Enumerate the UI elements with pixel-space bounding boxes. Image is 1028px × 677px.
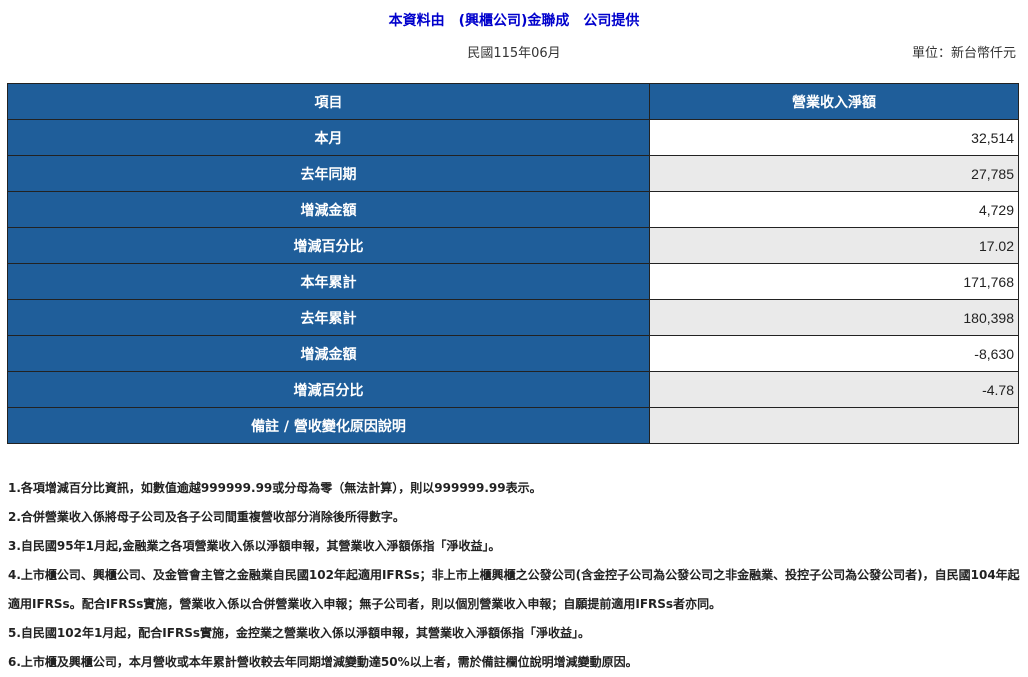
column-header-net-revenue: 營業收入淨額 <box>649 83 1019 120</box>
table-row: 本月 32,514 <box>7 119 1019 156</box>
row-value-monthly-change-percent: 17.02 <box>649 227 1019 264</box>
notes-section: 1.各項增減百分比資訊，如數值逾越999999.99或分母為零（無法計算），則以… <box>8 474 1020 677</box>
column-header-item: 項目 <box>7 83 650 120</box>
row-value-ytd-change-amount: -8,630 <box>649 335 1019 372</box>
table-row: 本年累計 171,768 <box>7 263 1019 300</box>
table-row: 增減金額 -8,630 <box>7 335 1019 372</box>
table-header-row: 項目 營業收入淨額 <box>7 83 1019 120</box>
revenue-table: 項目 營業收入淨額 本月 32,514 去年同期 27,785 增減金額 4,7… <box>7 83 1019 444</box>
table-row: 備註 / 營收變化原因說明 <box>7 407 1019 444</box>
row-label-monthly-change-percent: 增減百分比 <box>7 227 650 264</box>
row-label-same-period-last-year: 去年同期 <box>7 155 650 192</box>
table-row: 去年同期 27,785 <box>7 155 1019 192</box>
row-value-ytd-this-year: 171,768 <box>649 263 1019 300</box>
row-label-ytd-change-percent: 增減百分比 <box>7 371 650 408</box>
row-value-ytd-change-percent: -4.78 <box>649 371 1019 408</box>
row-value-same-period-last-year: 27,785 <box>649 155 1019 192</box>
row-label-monthly-change-amount: 增減金額 <box>7 191 650 228</box>
note-5: 5.自民國102年1月起，配合IFRSs實施，金控業之營業收入係以淨額申報，其營… <box>8 626 590 640</box>
row-label-this-month: 本月 <box>7 119 650 156</box>
row-label-ytd-this-year: 本年累計 <box>7 263 650 300</box>
row-label-remarks: 備註 / 營收變化原因說明 <box>7 407 650 444</box>
row-label-ytd-change-amount: 增減金額 <box>7 335 650 372</box>
table-row: 增減百分比 -4.78 <box>7 371 1019 408</box>
note-3: 3.自民國95年1月起,金融業之各項營業收入係以淨額申報，其營業收入淨額係指「淨… <box>8 539 501 553</box>
report-title: 本資料由 (興櫃公司)金聯成 公司提供 <box>388 13 640 29</box>
report-period: 民國115年06月 <box>467 46 561 61</box>
row-value-ytd-last-year: 180,398 <box>649 299 1019 336</box>
table-row: 去年累計 180,398 <box>7 299 1019 336</box>
table-row: 增減百分比 17.02 <box>7 227 1019 264</box>
row-value-monthly-change-amount: 4,729 <box>649 191 1019 228</box>
row-value-remarks <box>649 407 1019 444</box>
row-value-this-month: 32,514 <box>649 119 1019 156</box>
note-1: 1.各項增減百分比資訊，如數值逾越999999.99或分母為零（無法計算），則以… <box>8 481 542 495</box>
table-row: 增減金額 4,729 <box>7 191 1019 228</box>
row-label-ytd-last-year: 去年累計 <box>7 299 650 336</box>
unit-label: 單位：新台幣仟元 <box>911 46 1016 61</box>
note-2: 2.合併營業收入係將母子公司及各子公司間重複營收部分消除後所得數字。 <box>8 510 405 524</box>
note-4: 4.上市櫃公司、興櫃公司、及金管會主管之金融業自民國102年起適用IFRSs；非… <box>8 568 1020 611</box>
